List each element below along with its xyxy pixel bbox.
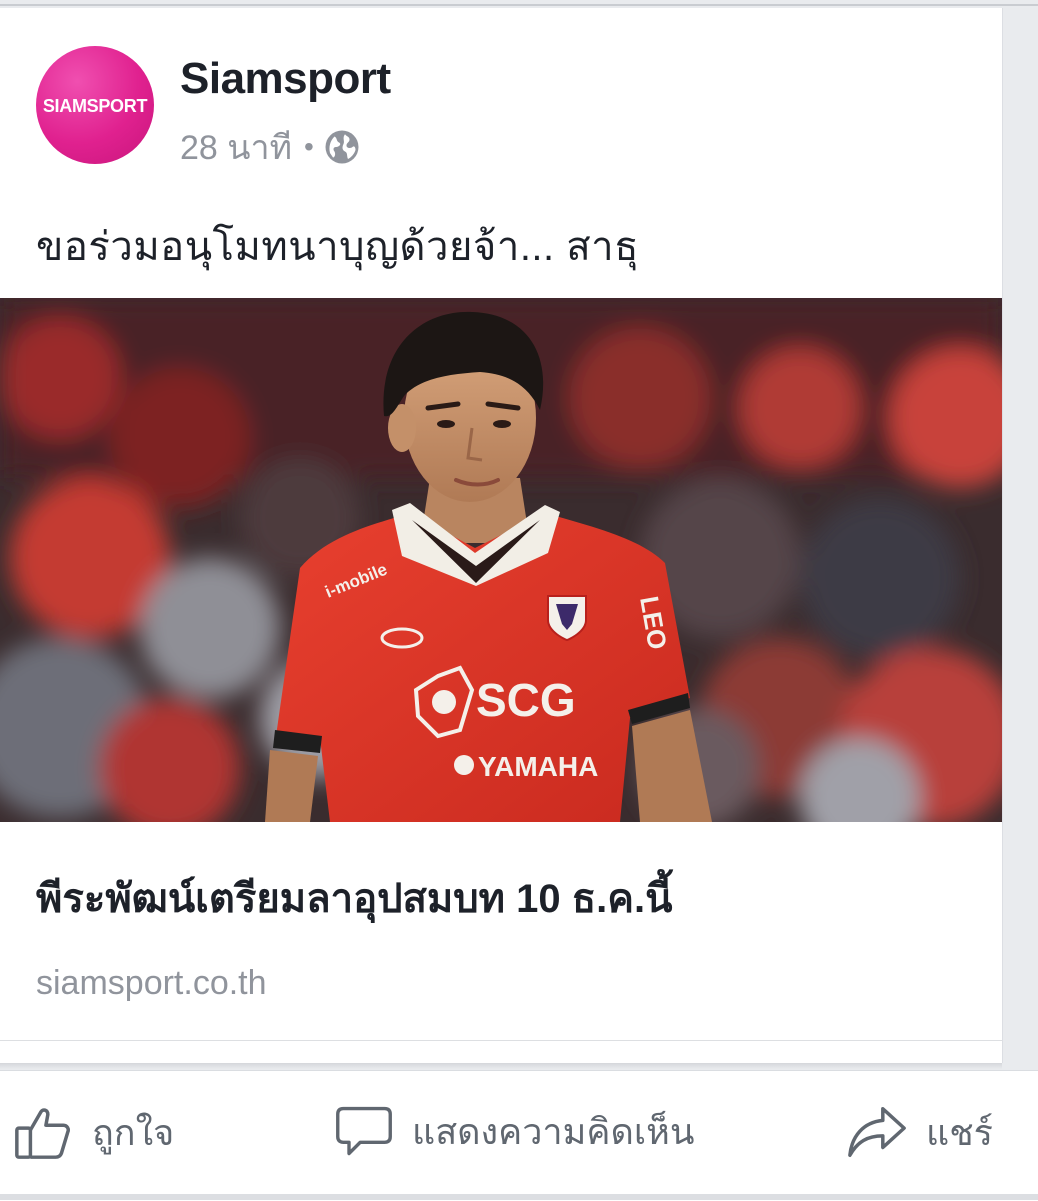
like-label: ถูกใจ	[92, 1111, 175, 1153]
link-headline[interactable]: พีระพัฒน์เตรียมลาอุปสมบท 10 ธ.ค.นี้	[36, 866, 673, 930]
page-name-link[interactable]: Siamsport	[180, 54, 391, 104]
thumbs-up-icon	[15, 1108, 70, 1159]
comment-button[interactable]: แสดงความคิดเห็น	[334, 1101, 694, 1161]
meta-separator: •	[304, 131, 314, 162]
share-button[interactable]: แชร์	[846, 1101, 993, 1163]
globe-icon[interactable]	[324, 129, 360, 165]
avatar-logo-text: SIAMSPORT	[42, 95, 148, 116]
post-caption: ขอร่วมอนุโมทนาบุญด้วยจ้า... สาธุ	[36, 225, 640, 269]
page-avatar[interactable]: SIAMSPORT	[36, 46, 154, 164]
action-bar: ถูกใจ แสดงความคิดเห็น แชร์	[0, 1070, 1038, 1201]
card-shadow	[0, 1063, 1002, 1069]
speech-bubble-icon	[336, 1106, 392, 1156]
post-timestamp[interactable]: 28 นาที	[180, 120, 292, 174]
like-button[interactable]: ถูกใจ	[12, 1101, 174, 1163]
post-card: SIAMSPORT Siamsport 28 นาที • ขอร่วมอนุโ…	[0, 8, 1003, 1063]
comment-label: แสดงความคิดเห็น	[412, 1110, 695, 1152]
share-arrow-icon	[848, 1107, 906, 1157]
bottom-divider	[0, 1194, 1038, 1200]
link-domain: siamsport.co.th	[36, 964, 267, 1002]
link-preview[interactable]: พีระพัฒน์เตรียมลาอุปสมบท 10 ธ.ค.นี้ siam…	[0, 822, 1002, 1041]
jersey-sub-sponsor-text: YAMAHA	[478, 751, 598, 782]
top-divider	[0, 4, 1038, 6]
share-label: แชร์	[926, 1111, 993, 1153]
post-photo[interactable]: SCG YAMAHA i-mobile LEO	[0, 298, 1002, 822]
post-meta: 28 นาที •	[180, 120, 360, 174]
jersey-sponsor-text: SCG	[476, 674, 576, 726]
